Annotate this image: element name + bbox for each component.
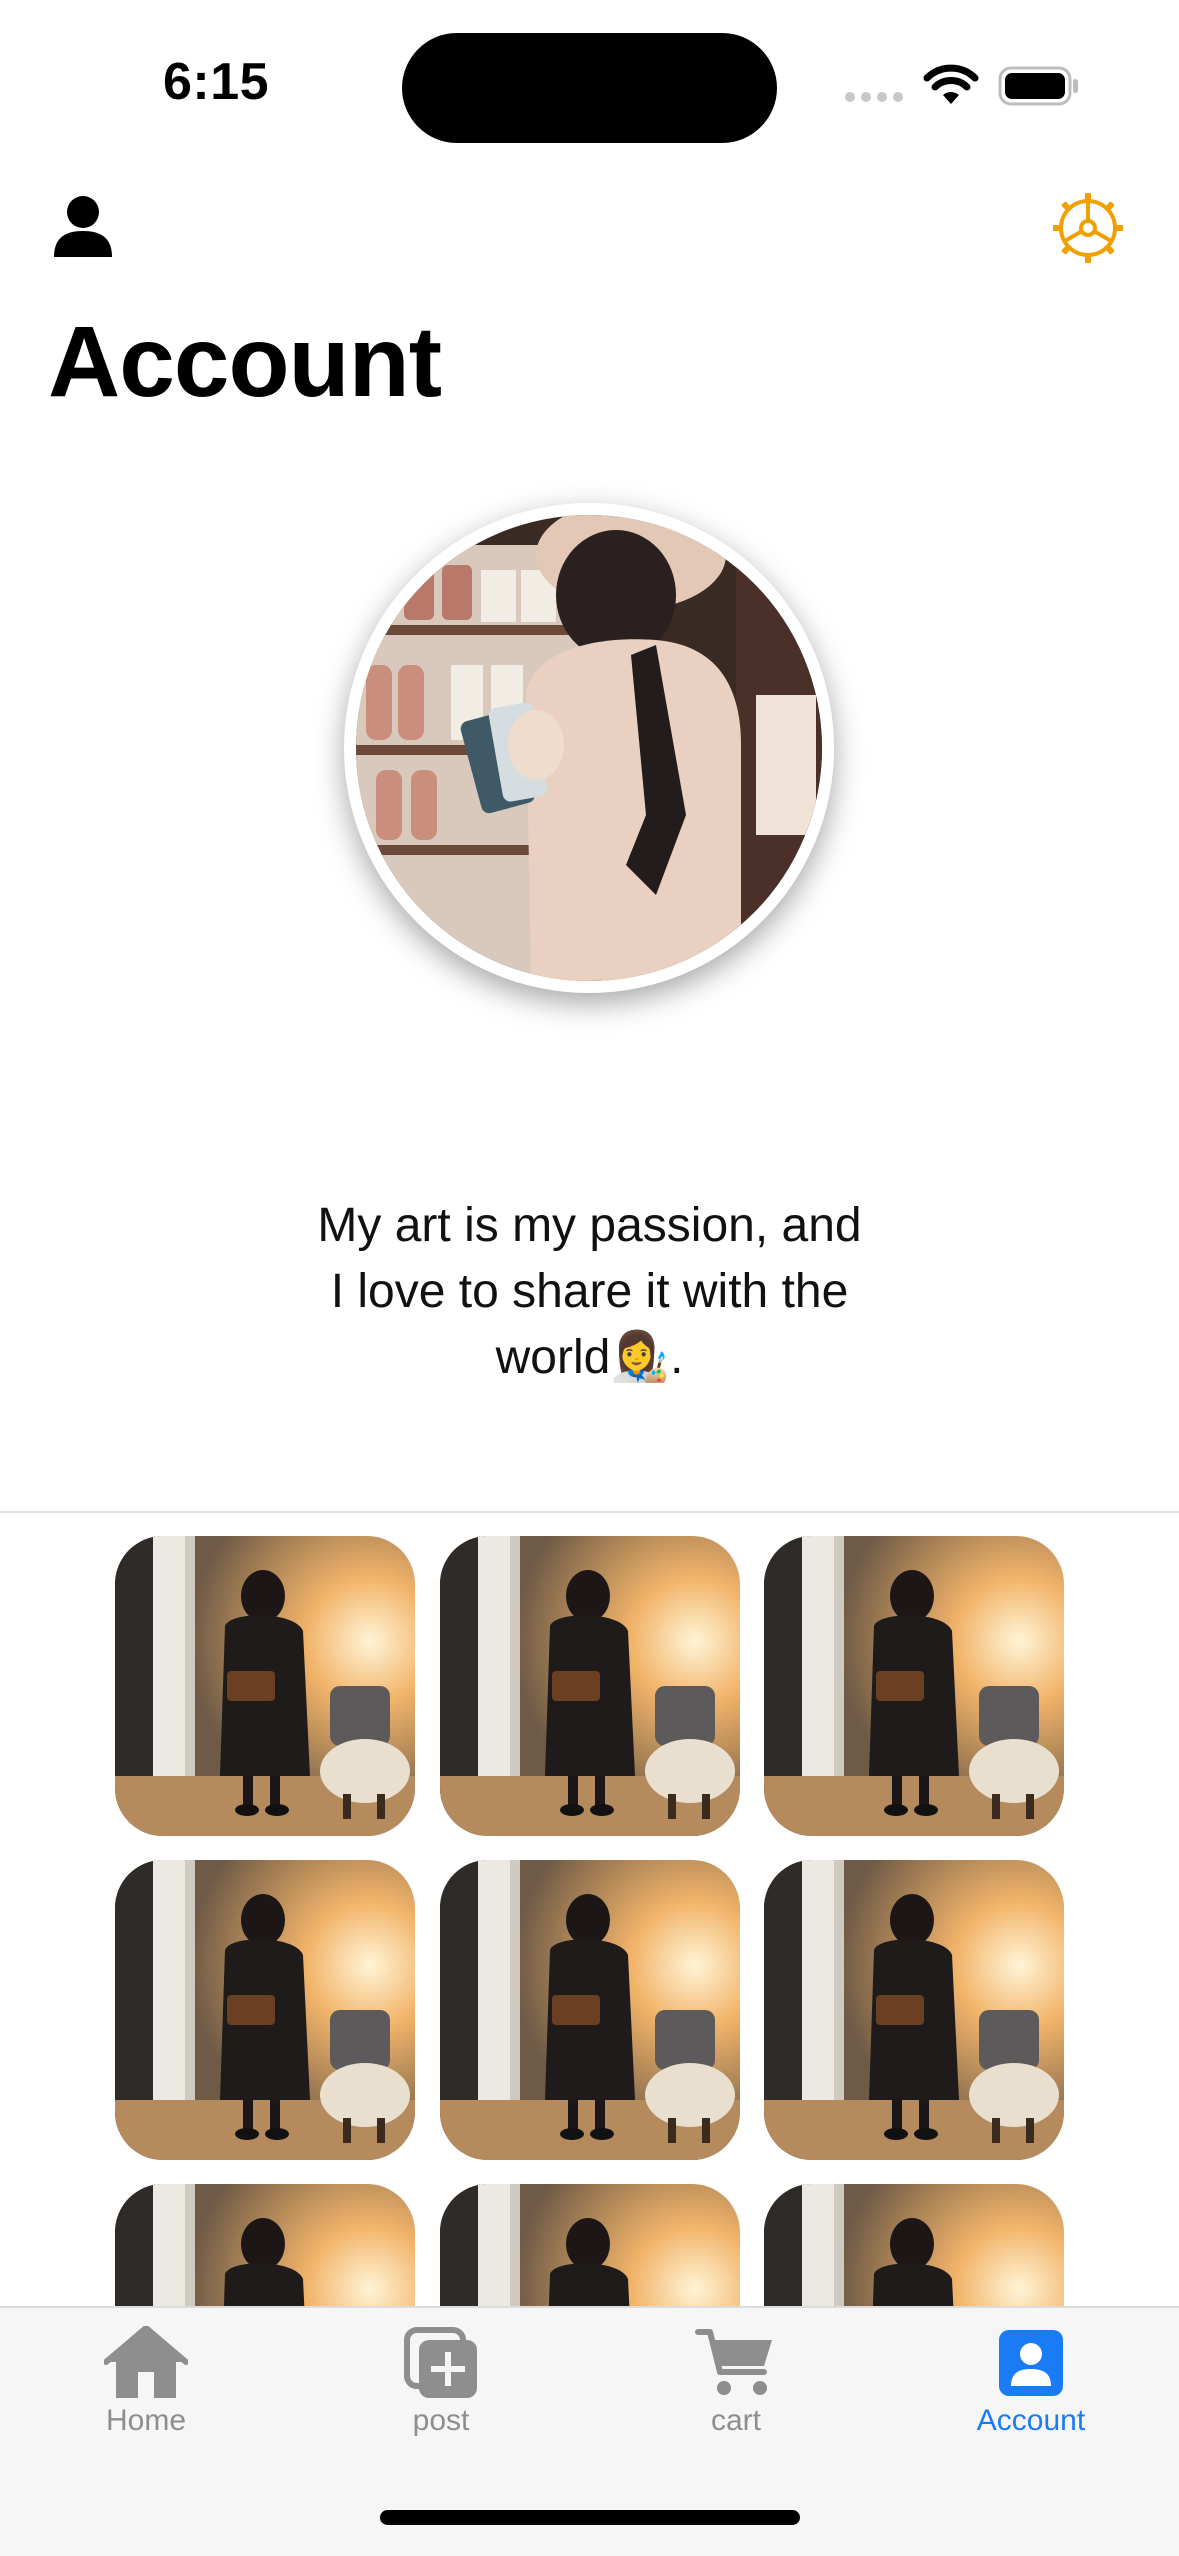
person-icon[interactable] [52,195,114,259]
tab-label: Home [105,2404,187,2437]
cellular-signal-icon [845,92,905,106]
post-photo [115,2184,415,2306]
tab-label: cart [710,2404,761,2437]
post-thumbnail[interactable] [115,1860,415,2160]
home-indicator [380,2510,800,2525]
avatar-image [356,515,822,981]
bio-line: I love to share it with the [330,1265,849,1318]
post-thumbnail[interactable] [764,2184,1064,2306]
section-divider [0,1511,1179,1513]
tab-cart[interactable]: cart [636,2326,836,2476]
post-photo [440,1860,740,2160]
tab-label: post [412,2404,470,2437]
post-thumbnail[interactable] [115,2184,415,2306]
bio-line: world👩‍🎨. [495,1331,684,1384]
tab-home[interactable]: Home [46,2326,246,2476]
settings-gear-icon[interactable] [1050,190,1126,266]
status-time: 6:15 [163,53,270,111]
wifi-icon [923,64,979,104]
post-thumbnail[interactable] [115,1536,415,1836]
post-photo [440,1536,740,1836]
post-photo [115,1860,415,2160]
profile-bio: My art is my passion, and I love to shar… [240,1193,939,1391]
post-photo [440,2184,740,2306]
battery-icon [998,66,1078,106]
post-thumbnail[interactable] [764,1536,1064,1836]
post-photo [764,1860,1064,2160]
status-bar: 6:15 [0,0,1179,170]
house-icon [104,2326,188,2398]
tab-account[interactable]: Account [931,2326,1131,2476]
tab-post[interactable]: post [341,2326,541,2476]
tab-label: Account [976,2404,1086,2437]
post-photo [764,2184,1064,2306]
posts-grid [0,1536,1179,2306]
post-photo [764,1536,1064,1836]
cart-icon [695,2329,772,2395]
dynamic-island [402,33,777,143]
post-thumbnail[interactable] [440,1860,740,2160]
post-thumbnail[interactable] [440,2184,740,2306]
profile-avatar[interactable] [344,503,834,993]
post-thumbnail[interactable] [764,1860,1064,2160]
person-square-icon [999,2330,1063,2396]
bio-line: My art is my passion, and [317,1199,862,1252]
post-thumbnail[interactable] [440,1536,740,1836]
page-title: Account [48,306,442,418]
post-photo [115,1536,415,1836]
plus-square-icon [404,2327,477,2398]
